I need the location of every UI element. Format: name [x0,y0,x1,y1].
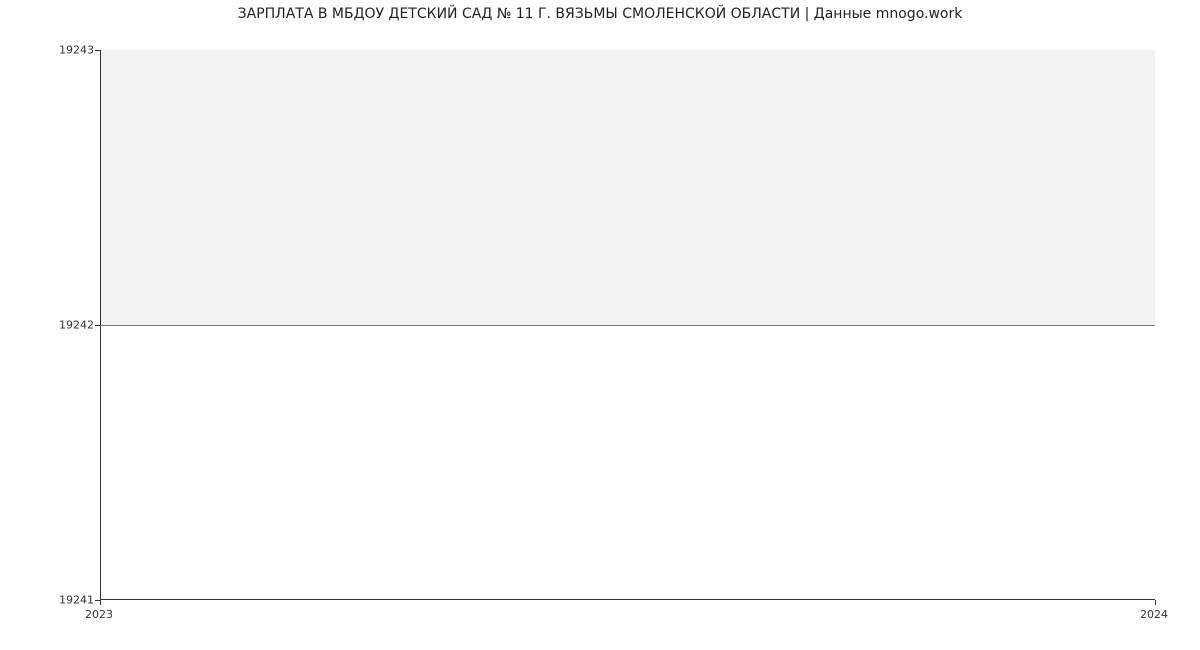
x-tick-label: 2023 [85,608,113,621]
chart-title: ЗАРПЛАТА В МБДОУ ДЕТСКИЙ САД № 11 Г. ВЯЗ… [0,6,1200,22]
line-chart: ЗАРПЛАТА В МБДОУ ДЕТСКИЙ САД № 11 Г. ВЯЗ… [0,0,1200,650]
data-line [101,325,1155,326]
y-tick-label: 19242 [4,319,94,332]
x-tick-mark [100,600,101,605]
y-tick-label: 19243 [4,44,94,57]
x-tick-mark [1155,600,1156,605]
shaded-region [101,50,1155,325]
x-tick-label: 2024 [1140,608,1168,621]
plot-area [100,50,1155,600]
y-tick-label: 19241 [4,594,94,607]
